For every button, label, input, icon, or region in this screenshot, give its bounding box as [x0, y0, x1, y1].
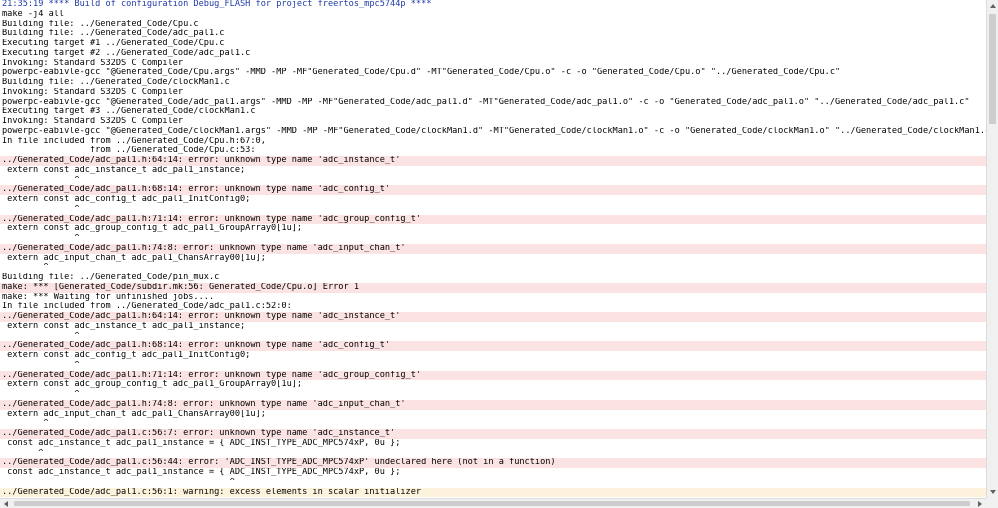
console-line: Invoking: Standard S32DS C Compiler [2, 58, 184, 68]
console-line: ^ [2, 360, 80, 370]
console-line: extern const adc_config_t adc_pal1_InitC… [2, 351, 251, 360]
console-line: Building file: ../Generated_Code/Cpu.c [2, 19, 199, 29]
console-line: ^ [2, 204, 80, 214]
vertical-scrollbar[interactable] [986, 0, 998, 498]
vertical-scroll-thumb[interactable] [989, 14, 996, 124]
console-line: In file included from ../Generated_Code/… [2, 136, 266, 146]
console-line: const adc_instance_t adc_pal1_instance =… [2, 468, 401, 477]
console-line: make -j4 all [2, 9, 65, 19]
console-line: ^ [2, 175, 80, 185]
console-line: Building file: ../Generated_Code/pin_mux… [2, 273, 220, 282]
scroll-up-arrow-icon[interactable] [987, 0, 998, 12]
console-header-line: 21:35:19 **** Build of configuration Deb… [2, 0, 432, 9]
console-error-line: ../Generated_Code/adc_pal1.h:64:14: erro… [0, 156, 986, 166]
scroll-right-arrow-icon[interactable] [974, 499, 986, 508]
console-line: Executing target #3 ../Generated_Code/cl… [2, 107, 256, 117]
console-line: Invoking: Standard S32DS C Compiler [2, 117, 184, 126]
console-line: Executing target #1 ../Generated_Code/Cp… [2, 39, 225, 48]
console-line: ^ [2, 448, 44, 458]
horizontal-scrollbar[interactable] [0, 498, 986, 508]
scrollbar-corner [986, 498, 998, 508]
console-line: extern const adc_group_config_t adc_pal1… [2, 380, 303, 390]
console-line: extern adc_input_chan_t adc_pal1_ChansAr… [2, 409, 266, 419]
console-error-line: ../Generated_Code/adc_pal1.h:71:14: erro… [0, 370, 986, 381]
console-line: ^ [2, 390, 80, 399]
console-line: powerpc-eabivle-gcc "@Generated_Code/adc… [2, 97, 970, 107]
console-line: ^ [2, 477, 235, 487]
console-line: extern const adc_config_t adc_pal1_InitC… [2, 195, 251, 204]
console-error-line: ../Generated_Code/adc_pal1.h:74:8: error… [0, 399, 986, 410]
console-line: powerpc-eabivle-gcc "@Generated_Code/Cpu… [2, 68, 841, 78]
console-line: ^ [2, 263, 49, 273]
console-line: extern adc_input_chan_t adc_pal1_ChansAr… [2, 253, 266, 263]
console-error-line: ../Generated_Code/adc_pal1.c:56:7: error… [0, 429, 986, 439]
console-error-line: ../Generated_Code/adc_pal1.c:56:44: erro… [0, 458, 986, 468]
console-line: Building file: ../Generated_Code/adc_pal… [2, 29, 225, 39]
console-line: const adc_instance_t adc_pal1_instance =… [2, 438, 401, 448]
console-error-line: ../Generated_Code/adc_pal1.h:71:14: erro… [0, 214, 986, 225]
console-line: powerpc-eabivle-gcc "@Generated_Code/clo… [2, 126, 986, 136]
console-line: In file included from ../Generated_Code/… [2, 302, 292, 312]
console-line: ^ [2, 331, 80, 341]
scroll-left-arrow-icon[interactable] [0, 499, 12, 508]
console-warning-line: ../Generated_Code/adc_pal1.c:56:1: warni… [0, 487, 986, 498]
build-console-output[interactable]: 21:35:19 **** Build of configuration Deb… [0, 0, 986, 498]
console-line: from ../Generated_Code/Cpu.c:53: [2, 146, 256, 156]
horizontal-scroll-thumb[interactable] [14, 501, 970, 506]
console-line: make: *** Waiting for unfinished jobs...… [2, 292, 215, 302]
console-line: Invoking: Standard S32DS C Compiler [2, 87, 184, 97]
console-line: Building file: ../Generated_Code/clockMa… [2, 78, 230, 87]
console-line: ^ [2, 234, 80, 243]
console-line: ^ [2, 419, 49, 429]
console-error-line: make: *** [Generated_Code/subdir.mk:56: … [0, 282, 986, 293]
console-error-line: ../Generated_Code/adc_pal1.h:74:8: error… [0, 243, 986, 254]
console-line: extern const adc_instance_t adc_pal1_ins… [2, 321, 246, 331]
console-error-line: ../Generated_Code/adc_pal1.h:68:14: erro… [0, 185, 986, 195]
console-line: Executing target #2 ../Generated_Code/ad… [2, 48, 251, 58]
console-line: extern const adc_group_config_t adc_pal1… [2, 224, 303, 234]
console-line: extern const adc_instance_t adc_pal1_ins… [2, 165, 246, 175]
console-error-line: ../Generated_Code/adc_pal1.h:68:14: erro… [0, 341, 986, 351]
console-error-line: ../Generated_Code/adc_pal1.h:64:14: erro… [0, 312, 986, 322]
scroll-down-arrow-icon[interactable] [987, 486, 998, 498]
